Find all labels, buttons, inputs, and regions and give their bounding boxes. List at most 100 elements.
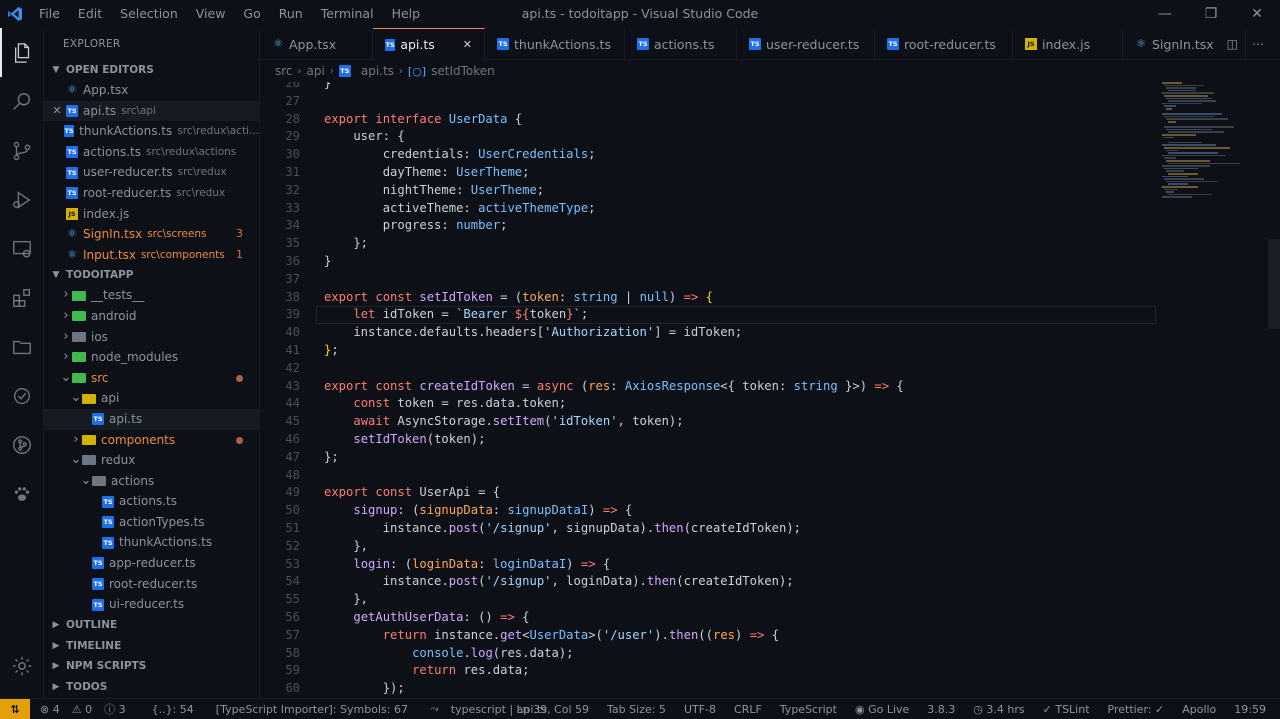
tree-file[interactable]: TS actions.ts (44, 491, 259, 512)
code-line[interactable]: 53 login: (loginData: loginDataI) => { (260, 556, 1160, 574)
time-tracker[interactable]: ◷ 3.4 hrs (967, 703, 1030, 716)
code-line[interactable]: 51 instance.post('/signup', signupData).… (260, 520, 1160, 538)
code-line[interactable]: 37 (260, 271, 1160, 289)
menu-file[interactable]: File (30, 0, 69, 28)
symbols-count[interactable]: {..}: 54 (146, 703, 200, 716)
code-line[interactable]: 26} (260, 82, 1160, 93)
settings-gear-icon[interactable] (0, 641, 44, 690)
code-line[interactable]: 32 nightTheme: UserTheme; (260, 182, 1160, 200)
tab-user-reducer-ts[interactable]: TS user-reducer.ts (737, 28, 875, 60)
go-live-button[interactable]: ◉ Go Live (849, 703, 915, 716)
tab-size[interactable]: Tab Size: 5 (601, 703, 672, 716)
todos-section[interactable]: ▶ TODOS (44, 677, 259, 698)
open-editor-item[interactable]: ⚛ App.tsx (44, 80, 259, 101)
code-line[interactable]: 30 credentials: UserCredentials; (260, 146, 1160, 164)
menu-go[interactable]: Go (234, 0, 269, 28)
menu-help[interactable]: Help (383, 0, 430, 28)
restore-icon[interactable]: ❐ (1188, 0, 1234, 28)
open-editor-item[interactable]: TS root-reducer.ts src\redux (44, 183, 259, 204)
code-line[interactable]: 27 (260, 93, 1160, 111)
close-window-icon[interactable]: ✕ (1234, 0, 1280, 28)
tree-file[interactable]: TS root-reducer.ts (44, 574, 259, 595)
remote-explorer-icon[interactable] (0, 224, 44, 273)
typescript-importer-status[interactable]: [TypeScript Importer]: Symbols: 67 (210, 703, 414, 716)
menu-selection[interactable]: Selection (111, 0, 187, 28)
tab-root-reducer-ts[interactable]: TS root-reducer.ts (875, 28, 1013, 60)
breadcrumb-api[interactable]: api (307, 64, 325, 78)
search-icon[interactable] (0, 77, 44, 126)
code-line[interactable]: 39 let idToken = `Bearer ${token}`; (260, 306, 1160, 324)
tab-actions-ts[interactable]: TS actions.ts (625, 28, 737, 60)
open-editor-item[interactable]: JS index.js (44, 204, 259, 225)
open-editors-header[interactable]: ▼ OPEN EDITORS (44, 60, 259, 80)
tab-api-ts[interactable]: TS api.ts ✕ (373, 28, 485, 60)
minimap[interactable] (1160, 82, 1270, 698)
ts-version[interactable]: 3.8.3 (921, 703, 961, 716)
tree-file[interactable]: TS ui-reducer.ts (44, 594, 259, 615)
code-line[interactable]: 54 instance.post('/signup', loginData).t… (260, 573, 1160, 591)
menu-edit[interactable]: Edit (69, 0, 111, 28)
prettier-status[interactable]: Prettier: ✓ (1102, 703, 1171, 716)
info-count[interactable]: ⓘ 3 (98, 701, 132, 717)
tree-folder[interactable]: ⌄ redux (44, 450, 259, 471)
errors-count[interactable]: ⊗ 4 (34, 703, 66, 716)
code-line[interactable]: 57 return instance.get<UserData>('/user'… (260, 627, 1160, 645)
code-line[interactable]: 52 }, (260, 538, 1160, 556)
code-line[interactable]: 41}; (260, 342, 1160, 360)
apollo-status[interactable]: Apollo (1176, 703, 1222, 716)
encoding[interactable]: UTF-8 (678, 703, 722, 716)
git-graph-icon[interactable] (0, 420, 44, 469)
npm-scripts-section[interactable]: ▶ NPM SCRIPTS (44, 656, 259, 677)
code-line[interactable]: 60 }); (260, 680, 1160, 698)
editor-scrollbar[interactable] (1268, 239, 1280, 329)
menu-view[interactable]: View (187, 0, 235, 28)
close-icon[interactable]: ✕ (50, 101, 64, 122)
menu-terminal[interactable]: Terminal (312, 0, 383, 28)
code-line[interactable]: 48 (260, 467, 1160, 485)
extensions-icon[interactable] (0, 273, 44, 322)
open-editor-item[interactable]: ⚛ Input.tsx src\components 1 (44, 245, 259, 266)
code-editor[interactable]: 26} 27 28 export interface UserData {29 use… (260, 82, 1280, 698)
tree-folder[interactable]: ⌄ api (44, 388, 259, 409)
code-line[interactable]: 33 activeTheme: activeThemeType; (260, 200, 1160, 218)
tab-index-js[interactable]: JS index.js (1013, 28, 1123, 60)
run-debug-icon[interactable] (0, 175, 44, 224)
folder-icon[interactable] (0, 322, 44, 371)
code-line[interactable]: 44 const token = res.data.token; (260, 395, 1160, 413)
tslint-status[interactable]: ✓ TSLint (1037, 703, 1096, 716)
code-line[interactable]: 31 dayTheme: UserTheme; (260, 164, 1160, 182)
open-editor-item[interactable]: ⚛ SignIn.tsx src\screens 3 (44, 224, 259, 245)
breadcrumb-file[interactable]: api.ts (361, 64, 394, 78)
tab-app-tsx[interactable]: ⚛ App.tsx (260, 28, 373, 60)
code-line[interactable]: 50 signup: (signupData: signupDataI) => … (260, 502, 1160, 520)
split-editor-icon[interactable]: ◫ (1227, 37, 1238, 51)
code-line[interactable]: 36} (260, 253, 1160, 271)
code-line[interactable]: 49 export const UserApi = { (260, 484, 1160, 502)
code-line[interactable]: 47}; (260, 449, 1160, 467)
code-line[interactable]: 38 export const setIdToken = (token: stri… (260, 289, 1160, 307)
line-ending[interactable]: CRLF (728, 703, 768, 716)
testing-icon[interactable] (0, 371, 44, 420)
tree-folder[interactable]: › components (44, 430, 259, 451)
close-tab-icon[interactable]: ✕ (463, 38, 472, 51)
tree-file[interactable]: TS api.ts (44, 408, 259, 430)
tree-folder[interactable]: › __tests__ (44, 285, 259, 306)
outline-section[interactable]: ▶ OUTLINE (44, 615, 259, 636)
code-line[interactable]: 46 setIdToken(token); (260, 431, 1160, 449)
menu-run[interactable]: Run (270, 0, 312, 28)
code-line[interactable]: 43 export const createIdToken = async (re… (260, 378, 1160, 396)
warnings-count[interactable]: ⚠ 0 (66, 703, 98, 716)
remote-indicator-icon[interactable]: ⇅ (0, 698, 30, 719)
tab-thunkactions-ts[interactable]: TS thunkActions.ts (485, 28, 625, 60)
tree-file[interactable]: TS thunkActions.ts (44, 532, 259, 553)
tree-file[interactable]: TS app-reducer.ts (44, 553, 259, 574)
tree-folder[interactable]: ⌄ actions (44, 471, 259, 492)
paw-icon[interactable] (0, 469, 44, 518)
code-line[interactable]: 34 progress: number; (260, 217, 1160, 235)
open-editor-item[interactable]: TS thunkActions.ts src\redux\acti... (44, 121, 259, 142)
open-editor-item[interactable]: TS user-reducer.ts src\redux (44, 162, 259, 183)
breadcrumb-symbol[interactable]: setIdToken (431, 64, 495, 78)
tree-folder[interactable]: › android (44, 306, 259, 327)
code-line[interactable]: 29 user: { (260, 128, 1160, 146)
code-line[interactable]: 35 }; (260, 235, 1160, 253)
